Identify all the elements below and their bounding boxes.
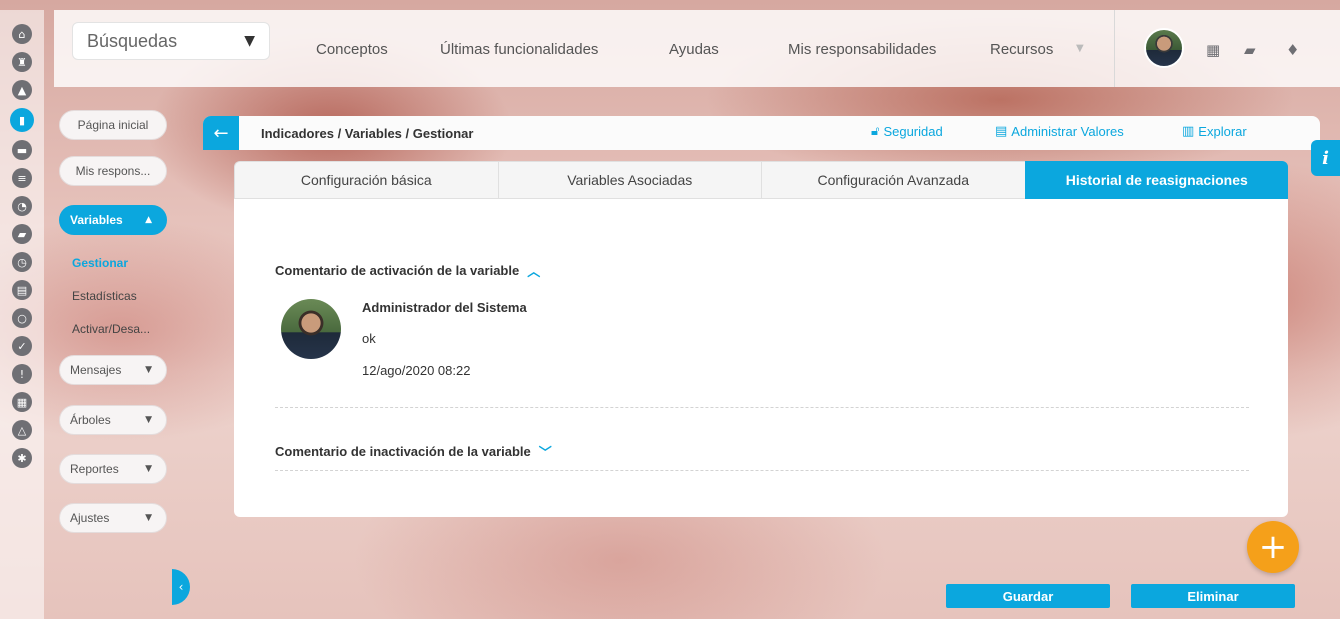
menu-arboles[interactable]: Árboles ▼ [59, 405, 167, 435]
divider [275, 407, 1249, 408]
collapse-sidebar-button[interactable]: ‹ [172, 569, 190, 605]
panel-header: ← Indicadores / Variables / Gestionar 🔓︎… [203, 116, 1320, 150]
menu-mis-respons[interactable]: Mis respons... [59, 156, 167, 186]
nav-ultimas-funcionalidades[interactable]: Últimas funcionalidades [440, 41, 598, 58]
back-arrow-icon[interactable]: ← [203, 116, 239, 150]
seguridad-label: Seguridad [883, 124, 943, 139]
book-icon[interactable]: ▰ [1244, 41, 1256, 59]
activation-section-header[interactable]: Comentario de activación de la variable … [275, 261, 540, 280]
nav-conceptos[interactable]: Conceptos [316, 41, 388, 58]
submenu-gestionar[interactable]: Gestionar [72, 256, 128, 270]
divider [275, 470, 1249, 471]
chevron-down-icon: ▼ [145, 464, 152, 474]
menu-mensajes[interactable]: Mensajes ▼ [59, 355, 167, 385]
menu-pagina-inicial[interactable]: Página inicial [59, 110, 167, 140]
check-circle-icon[interactable]: ✓ [12, 336, 32, 356]
chevron-up-icon: ▲ [145, 215, 152, 225]
seguridad-link[interactable]: 🔓︎ Seguridad [871, 124, 943, 139]
nav-recursos[interactable]: Recursos [990, 41, 1053, 58]
icon-rail: ⌂ ♜ ▲ ▮ ▬ ≡ ◔ ▰ ◷ ▤ ○ ✓ ! ▦ △ ✱ [0, 10, 44, 619]
menu-variables-label: Variables [70, 213, 123, 227]
top-bar: Búsquedas ▼ Conceptos Últimas funcionali… [54, 10, 1340, 87]
tab-configuracion-basica[interactable]: Configuración básica [234, 161, 498, 199]
inactivation-section-header[interactable]: Comentario de inactivación de la variabl… [275, 442, 552, 461]
menu-ajustes[interactable]: Ajustes ▼ [59, 503, 167, 533]
delete-button[interactable]: Eliminar [1131, 584, 1295, 608]
menu-mensajes-label: Mensajes [70, 363, 122, 377]
activation-section-title: Comentario de activación de la variable [275, 263, 520, 278]
lock-icon: 🔓︎ [871, 124, 880, 139]
administrar-valores-label: Administrar Valores [1011, 124, 1124, 139]
search-dropdown[interactable]: Búsquedas ▼ [72, 22, 270, 60]
breadcrumb: Indicadores / Variables / Gestionar [261, 126, 474, 141]
calendar-icon[interactable]: ▦ [12, 392, 32, 412]
pie-chart-icon[interactable]: ◔ [12, 196, 32, 216]
comment-text: ok [362, 331, 376, 346]
tabs: Configuración básica Variables Asociadas… [234, 161, 1288, 199]
nav-ayudas[interactable]: Ayudas [669, 41, 719, 58]
comment-avatar [281, 299, 341, 359]
menu-reportes-label: Reportes [70, 462, 119, 476]
list-box-icon: ▤ [995, 124, 1008, 139]
network-icon[interactable]: △ [12, 420, 32, 440]
menu-ajustes-label: Ajustes [70, 511, 110, 525]
folder-icon[interactable]: ▰ [12, 224, 32, 244]
menu-arboles-label: Árboles [70, 413, 111, 427]
list-icon[interactable]: ≡ [12, 168, 32, 188]
bar-chart-icon[interactable]: ▮ [10, 108, 34, 132]
menu-reportes[interactable]: Reportes ▼ [59, 454, 167, 484]
home-icon[interactable]: ⌂ [12, 24, 32, 44]
save-button[interactable]: Guardar [946, 584, 1110, 608]
search-label: Búsquedas [87, 30, 178, 51]
circle-dashed-icon[interactable]: ○ [12, 308, 32, 328]
user-avatar[interactable] [1144, 28, 1184, 68]
nav-mis-responsabilidades[interactable]: Mis responsabilidades [788, 41, 936, 58]
chevron-down-icon: ▼ [145, 513, 152, 523]
chevron-down-icon: ▼ [244, 33, 255, 49]
chevron-down-icon: ▼ [145, 415, 152, 425]
topbar-divider [1114, 10, 1115, 87]
explorar-label: Explorar [1198, 124, 1247, 139]
calendar-icon[interactable]: ▦ [1206, 41, 1220, 59]
gear-icon[interactable]: ✱ [12, 448, 32, 468]
administrar-valores-link[interactable]: ▤ Administrar Valores [995, 124, 1124, 139]
submenu-activar-desactivar[interactable]: Activar/Desa... [72, 322, 150, 336]
info-icon[interactable]: i [1311, 140, 1340, 176]
content-card: Comentario de activación de la variable … [234, 199, 1288, 517]
bell-icon[interactable]: ♦ [1286, 41, 1299, 59]
chevron-down-icon: ▼ [145, 365, 152, 375]
comment-author: Administrador del Sistema [362, 300, 527, 315]
chevron-down-icon: ﹀ [538, 446, 552, 461]
chevron-up-icon: ︿ [527, 265, 541, 280]
submenu-estadisticas[interactable]: Estadísticas [72, 289, 137, 303]
tab-historial-reasignaciones[interactable]: Historial de reasignaciones [1024, 161, 1288, 199]
explorar-link[interactable]: ▥ Explorar [1182, 124, 1247, 139]
tower-icon[interactable]: ♜ [12, 52, 32, 72]
inactivation-section-title: Comentario de inactivación de la variabl… [275, 444, 531, 459]
document-icon[interactable]: ▤ [12, 280, 32, 300]
presentation-icon[interactable]: ▬ [12, 140, 32, 160]
recursos-caret-icon[interactable]: ▼ [1076, 43, 1084, 54]
tab-variables-asociadas[interactable]: Variables Asociadas [497, 161, 761, 199]
triangle-icon[interactable]: ▲ [12, 80, 32, 100]
tab-configuracion-avanzada[interactable]: Configuración Avanzada [761, 161, 1025, 199]
warning-icon[interactable]: ! [12, 364, 32, 384]
add-fab-button[interactable]: + [1247, 521, 1299, 573]
clock-icon[interactable]: ◷ [12, 252, 32, 272]
menu-variables[interactable]: Variables ▲ [59, 205, 167, 235]
comment-date: 12/ago/2020 08:22 [362, 363, 471, 378]
bar-chart-icon: ▥ [1182, 124, 1195, 139]
